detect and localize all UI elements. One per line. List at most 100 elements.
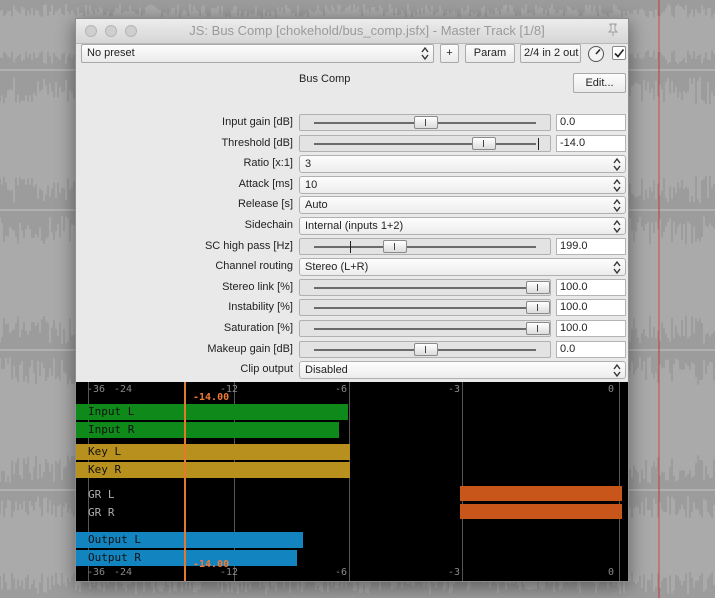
slider-thumb[interactable] (382, 239, 407, 253)
key-l-meter-bar: Key L (76, 444, 351, 460)
chevron-updown-icon (613, 199, 621, 213)
minimize-window-button[interactable] (105, 25, 117, 37)
output-r-meter-label: Output R (88, 551, 141, 564)
release-s-dropdown[interactable]: Auto (299, 196, 626, 215)
dropdown-value: Internal (inputs 1+2) (305, 220, 404, 232)
meter-scale-label-bottom: -24 (114, 567, 133, 578)
slider-thumb[interactable] (526, 280, 550, 294)
preset-dropdown[interactable]: No preset (81, 44, 434, 63)
add-preset-button[interactable]: + (440, 44, 459, 63)
pin-icon[interactable] (606, 23, 620, 37)
slider-thumb[interactable] (526, 301, 550, 315)
dropdown-value: Stereo (L+R) (305, 261, 369, 274)
meter-scale-label-bottom: -6 (335, 567, 348, 578)
dropdown-value: 3 (305, 158, 312, 171)
slider-track (314, 307, 536, 310)
checkmark-icon (614, 49, 625, 58)
input-gain-db-slider[interactable] (299, 114, 551, 131)
param-button[interactable]: Param (465, 44, 515, 63)
stereo-link-value-field[interactable]: 100.0 (556, 278, 626, 296)
input-l-meter-label: Input L (88, 405, 135, 418)
parameter-form: Bus Comp Edit... Input gain [dB] 0.0 Thres… (76, 67, 628, 399)
clip-output-label: Clip output (240, 363, 293, 376)
slider-track (314, 328, 536, 330)
enable-checkbox[interactable] (612, 46, 626, 60)
input-r-meter-label: Input R (88, 423, 135, 436)
meter-scale-label-bottom: -3 (448, 567, 461, 578)
ratio-x-1-dropdown[interactable]: 3 (299, 155, 626, 174)
meter-scale-label-top: -6 (335, 384, 348, 395)
slider-thumb[interactable] (414, 116, 438, 129)
plugin-window: JS: Bus Comp [chokehold/bus_comp.jsfx] -… (75, 18, 629, 582)
dropdown-value: Disabled (305, 364, 348, 377)
threshold-db-value-field[interactable]: -14.0 (556, 134, 626, 152)
io-routing-button[interactable]: 2/4 in 2 out (520, 44, 581, 63)
threshold-db-label: Threshold [dB] (221, 136, 293, 149)
meter-grid-line (462, 382, 463, 581)
meter-grid-line (619, 382, 620, 581)
dropdown-value: Auto (305, 199, 328, 212)
chevron-updown-icon (421, 46, 429, 61)
instability-value-field[interactable]: 100.0 (556, 299, 626, 317)
key-l-meter-label: Key L (88, 445, 122, 458)
threshold-marker-line (184, 382, 186, 581)
chevron-updown-icon (613, 219, 621, 234)
saturation-slider[interactable] (299, 320, 551, 337)
sc-high-pass-hz-slider[interactable] (299, 237, 551, 255)
output-l-meter-bar: Output L (76, 532, 304, 548)
attack-ms-dropdown[interactable]: 10 (299, 175, 626, 194)
meter-scale-label-top: -3 (448, 384, 461, 395)
slider-thumb[interactable] (526, 322, 550, 335)
makeup-gain-db-value-field[interactable]: 0.0 (556, 340, 626, 358)
output-l-meter-label: Output L (88, 533, 141, 546)
slider-track (314, 142, 536, 145)
gr-l-label: GR L (88, 488, 115, 501)
ratio-x-1-label: Ratio [x:1] (243, 157, 293, 170)
window-titlebar[interactable]: JS: Bus Comp [chokehold/bus_comp.jsfx] -… (76, 19, 628, 44)
slider-marker (538, 137, 539, 150)
edit-button[interactable]: Edit... (573, 73, 626, 93)
slider-thumb[interactable] (414, 342, 438, 356)
attack-ms-label: Attack [ms] (238, 177, 293, 190)
clip-output-dropdown[interactable]: Disabled (299, 361, 626, 380)
makeup-gain-db-label: Makeup gain [dB] (207, 342, 293, 355)
sc-high-pass-hz-label: SC high pass [Hz] (204, 239, 293, 252)
chevron-updown-icon (613, 178, 621, 192)
key-r-meter-bar: Key R (76, 462, 351, 478)
gr-r-label: GR R (88, 506, 115, 519)
makeup-gain-db-slider[interactable] (299, 340, 551, 358)
slider-marker (349, 240, 351, 253)
instability-label: Instability [%] (228, 301, 293, 314)
meter-scale-label-top: -24 (114, 384, 133, 395)
meter-scale-label-top: 0 (608, 384, 615, 395)
release-s-label: Release [s] (237, 198, 293, 211)
chevron-updown-icon (613, 364, 621, 378)
sc-high-pass-hz-value-field[interactable]: 199.0 (556, 237, 626, 255)
instability-slider[interactable] (299, 299, 551, 317)
threshold-label-bottom: -14.00 (193, 559, 230, 570)
channel-routing-dropdown[interactable]: Stereo (L+R) (299, 258, 626, 277)
wet-knob-icon[interactable] (587, 45, 605, 63)
close-window-button[interactable] (85, 25, 97, 37)
input-r-meter-bar: Input R (76, 422, 339, 438)
stereo-link-label: Stereo link [%] (222, 280, 293, 293)
input-gain-db-label: Input gain [dB] (222, 116, 293, 128)
meter-grid-line (349, 382, 350, 581)
saturation-label: Saturation [%] (223, 322, 293, 334)
saturation-value-field[interactable]: 100.0 (556, 320, 626, 337)
slider-thumb[interactable] (472, 136, 497, 150)
input-gain-db-value-field[interactable]: 0.0 (556, 114, 626, 131)
slider-track (314, 286, 536, 289)
chevron-updown-icon (613, 158, 621, 172)
meter-display: -36 -36 -24 -24 -12 -12 -6 -6 -3 -3 0 0 Input L Input… (76, 382, 628, 581)
meter-scale-label-bottom: 0 (608, 567, 615, 578)
plugin-name: Bus Comp (299, 73, 351, 85)
stereo-link-slider[interactable] (299, 278, 551, 296)
sidechain-dropdown[interactable]: Internal (inputs 1+2) (299, 217, 626, 235)
threshold-label-top: -14.00 (193, 392, 230, 403)
dropdown-value: 10 (305, 178, 318, 191)
threshold-db-slider[interactable] (299, 134, 551, 152)
gr-r-bar (460, 504, 622, 519)
slider-track (314, 245, 536, 248)
preset-value: No preset (87, 47, 135, 59)
